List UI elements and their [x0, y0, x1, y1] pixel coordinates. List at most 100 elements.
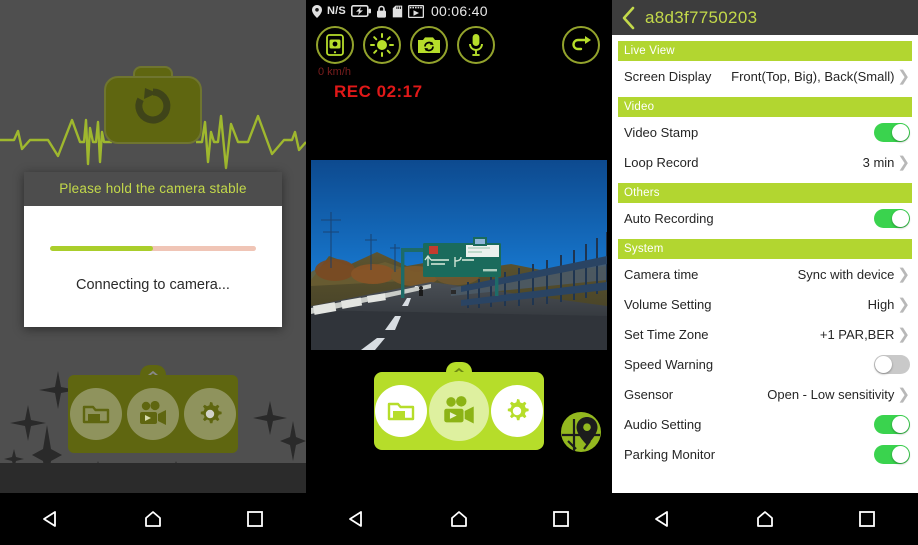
toggle-switch[interactable] — [874, 122, 910, 142]
map-pin-icon[interactable] — [560, 411, 602, 453]
recents-nav-icon[interactable] — [844, 496, 890, 542]
back-nav-icon[interactable] — [28, 496, 74, 542]
settings-row-control[interactable]: 3 min ❯ — [863, 155, 910, 170]
android-navbar — [0, 493, 306, 545]
section-header: Video — [618, 97, 912, 117]
folder-icon[interactable] — [70, 388, 123, 440]
settings-row-label: Camera time — [624, 266, 699, 282]
settings-row[interactable]: Set Time Zone +1 PAR,BER ❯ — [612, 319, 918, 349]
settings-row-value: +1 PAR,BER — [819, 326, 895, 342]
bottom-shelf — [0, 463, 306, 493]
recents-nav-icon[interactable] — [538, 496, 584, 542]
settings-row-control[interactable] — [874, 354, 910, 374]
settings-row-label: Gsensor — [624, 386, 674, 402]
settings-row-control[interactable] — [874, 414, 910, 434]
connect-toolbar — [68, 375, 238, 453]
recents-nav-icon[interactable] — [232, 496, 278, 542]
toggle-switch[interactable] — [874, 208, 910, 228]
progress-fill — [50, 246, 153, 251]
gps-status-label: N/S — [327, 5, 346, 17]
toggle-knob — [892, 445, 909, 463]
settings-row-label: Parking Monitor — [624, 446, 716, 462]
snapshot-to-phone-icon[interactable] — [316, 26, 354, 64]
settings-row-value: Open - Low sensitivity — [767, 386, 895, 402]
back-nav-icon[interactable] — [640, 496, 686, 542]
settings-row-control[interactable]: Sync with device ❯ — [798, 267, 910, 282]
settings-row-label: Set Time Zone — [624, 326, 709, 342]
home-nav-icon[interactable] — [130, 496, 176, 542]
lock-icon — [376, 5, 386, 18]
settings-row-label: Audio Setting — [624, 416, 702, 432]
section-header: Live View — [618, 41, 912, 61]
connection-progress-bar — [50, 246, 256, 251]
back-nav-icon[interactable] — [334, 496, 380, 542]
page-title: a8d3f7750203 — [645, 7, 758, 27]
android-navbar — [306, 493, 612, 545]
settings-row-value: 3 min — [862, 154, 895, 170]
camera-refresh-icon — [104, 62, 202, 144]
settings-row[interactable]: Video Stamp — [612, 117, 918, 147]
folder-icon[interactable] — [375, 385, 427, 437]
settings-row[interactable]: Volume Setting High ❯ — [612, 289, 918, 319]
settings-row-control[interactable]: High ❯ — [868, 297, 910, 312]
settings-row[interactable]: Camera time Sync with device ❯ — [612, 259, 918, 289]
back-chevron-icon[interactable] — [621, 6, 637, 30]
settings-row-control[interactable] — [874, 444, 910, 464]
gear-icon[interactable] — [491, 385, 543, 437]
dashcam-image — [311, 160, 607, 350]
toggle-knob — [875, 355, 892, 373]
film-icon — [407, 4, 424, 18]
settings-row-control[interactable]: +1 PAR,BER ❯ — [820, 327, 910, 342]
gps-pin-icon — [312, 4, 322, 18]
dialog-title: Please hold the camera stable — [24, 172, 282, 206]
toggle-knob — [892, 209, 909, 227]
settings-row[interactable]: Speed Warning — [612, 349, 918, 379]
settings-row-label: Screen Display — [624, 68, 712, 84]
settings-row-control[interactable] — [874, 122, 910, 142]
chevron-right-icon: ❯ — [897, 325, 910, 343]
battery-charging-icon — [350, 5, 371, 17]
settings-row[interactable]: Gsensor Open - Low sensitivity ❯ — [612, 379, 918, 409]
live-toolbar — [374, 372, 544, 450]
recording-timer: REC 02:17 — [334, 82, 423, 101]
live-video-frame[interactable] — [306, 155, 612, 360]
section-header: Others — [618, 183, 912, 203]
settings-row[interactable]: Screen Display Front(Top, Big), Back(Smal… — [612, 61, 918, 91]
settings-list[interactable]: Live View Screen Display Front(Top, Big), … — [612, 35, 918, 493]
settings-row-value: High — [867, 296, 895, 312]
live-tool-row — [316, 26, 495, 64]
panel-connecting: Please hold the camera stable Connecting… — [0, 0, 306, 545]
speed-readout: 0 km/h — [318, 66, 352, 78]
settings-row-control[interactable] — [874, 208, 910, 228]
video-camera-icon[interactable] — [126, 388, 179, 440]
camera-status-bar: N/S 00:06:40 — [306, 0, 612, 22]
home-nav-icon[interactable] — [742, 496, 788, 542]
settings-row[interactable]: Audio Setting — [612, 409, 918, 439]
chevron-right-icon: ❯ — [897, 153, 910, 171]
settings-row-label: Speed Warning — [624, 356, 714, 372]
chevron-right-icon: ❯ — [897, 385, 910, 403]
settings-row[interactable]: Parking Monitor — [612, 439, 918, 469]
settings-row[interactable]: Auto Recording — [612, 203, 918, 233]
home-nav-icon[interactable] — [436, 496, 482, 542]
chevron-right-icon: ❯ — [897, 265, 910, 283]
settings-row-control[interactable]: Open - Low sensitivity ❯ — [767, 387, 910, 402]
toggle-switch[interactable] — [874, 354, 910, 374]
video-camera-icon[interactable] — [429, 381, 489, 441]
chevron-right-icon: ❯ — [897, 67, 910, 85]
sdcard-icon — [392, 5, 403, 17]
settings-row-label: Auto Recording — [624, 210, 714, 226]
back-arrow-icon[interactable] — [562, 26, 600, 64]
gear-icon[interactable] — [183, 388, 236, 440]
switch-camera-icon[interactable] — [410, 26, 448, 64]
toggle-knob — [892, 415, 909, 433]
settings-row[interactable]: Loop Record 3 min ❯ — [612, 147, 918, 177]
brightness-icon[interactable] — [363, 26, 401, 64]
toggle-switch[interactable] — [874, 414, 910, 434]
android-navbar — [612, 493, 918, 545]
settings-row-control[interactable]: Front(Top, Big), Back(Small) ❯ — [731, 69, 910, 84]
panel-live-view: N/S 00:06:40 0 km/h REC 02:17 — [306, 0, 612, 545]
dialog-body: Connecting to camera... — [24, 206, 282, 327]
microphone-icon[interactable] — [457, 26, 495, 64]
toggle-switch[interactable] — [874, 444, 910, 464]
